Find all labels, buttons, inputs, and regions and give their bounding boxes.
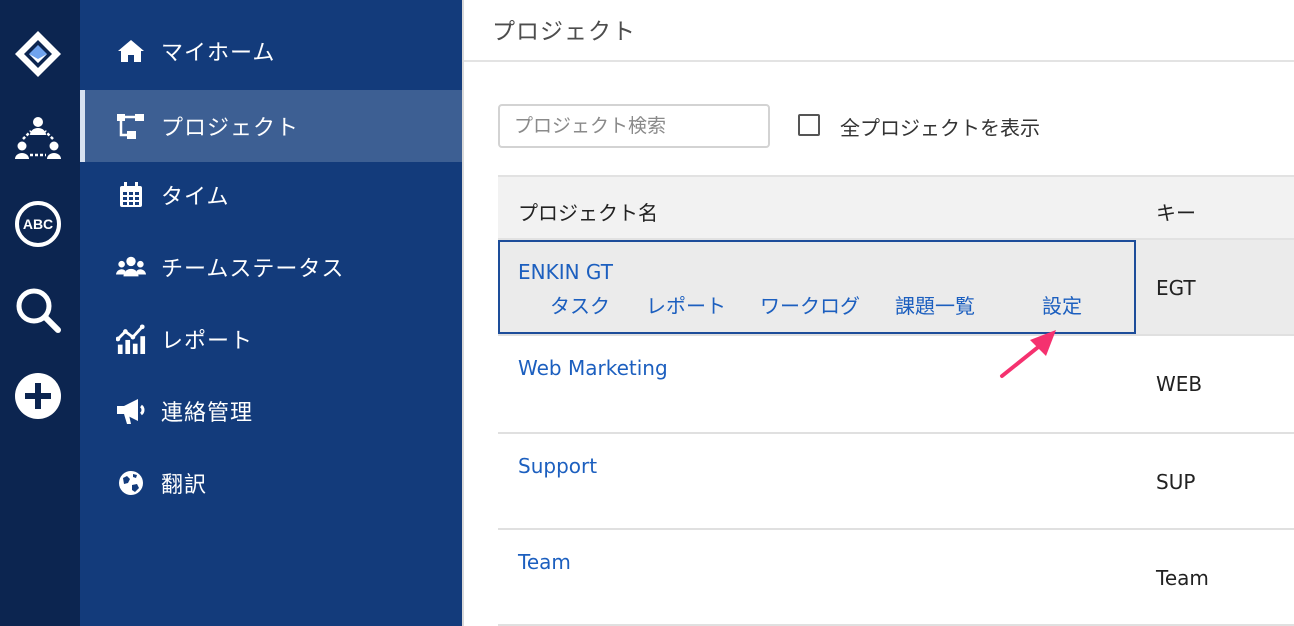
table-row[interactable]: Web Marketing WEB	[498, 338, 1294, 434]
sidebar-item-label: マイホーム	[161, 41, 276, 66]
sidebar-item-label: プロジェクト	[161, 116, 300, 141]
sidebar-item-label: 連絡管理	[161, 401, 254, 426]
table-row[interactable]: Support SUP	[498, 434, 1294, 530]
project-key: EGT	[1156, 276, 1196, 300]
team-network-icon[interactable]	[12, 112, 64, 164]
sidebar-item-reports[interactable]: レポート	[80, 303, 462, 375]
sidebar-item-contacts[interactable]: 連絡管理	[80, 375, 462, 447]
sidebar-item-translation[interactable]: 翻訳	[80, 447, 462, 519]
show-all-projects-label: 全プロジェクトを表示	[840, 116, 1040, 140]
settings-link[interactable]: 設定	[1042, 290, 1082, 319]
table-row[interactable]: Team Team	[498, 530, 1294, 626]
show-all-projects-checkbox[interactable]	[798, 114, 820, 136]
globe-icon	[116, 468, 146, 498]
sidebar-item-time[interactable]: タイム	[80, 159, 462, 231]
project-key: SUP	[1156, 470, 1196, 494]
icon-rail: ABC	[0, 0, 80, 626]
column-header-key[interactable]: キー	[1156, 197, 1196, 226]
sidebar-item-label: タイム	[161, 185, 230, 210]
annotation-arrow-icon	[1000, 330, 1056, 378]
main-content: プロジェクト 全プロジェクトを表示 プロジェクト名 キー ENKIN GT タス…	[462, 0, 1294, 626]
chart-icon	[116, 324, 146, 354]
abc-text: ABC	[23, 216, 53, 232]
page-title: プロジェクト	[492, 19, 636, 45]
issues-list-link[interactable]: 課題一覧	[895, 290, 975, 319]
sidebar-nav: マイホーム プロジェクト タイム チームステータス レポート 連絡管理 翻訳	[80, 0, 462, 626]
table-row[interactable]: ENKIN GT タスク レポート ワークログ 課題一覧 設定 EGT	[498, 240, 1294, 336]
sidebar-item-my-home[interactable]: マイホーム	[80, 15, 462, 87]
column-header-project-name[interactable]: プロジェクト名	[518, 197, 658, 226]
project-name-link[interactable]: Web Marketing	[518, 356, 668, 380]
worklog-link[interactable]: ワークログ	[760, 290, 860, 319]
calendar-icon	[116, 180, 146, 210]
home-icon	[116, 36, 146, 66]
add-circle-icon[interactable]	[12, 370, 64, 422]
project-tree-icon	[116, 111, 146, 141]
app-logo-icon[interactable]	[12, 28, 64, 80]
table-header: プロジェクト名 キー	[498, 175, 1294, 240]
sidebar-item-projects[interactable]: プロジェクト	[80, 90, 462, 162]
sidebar-item-team-status[interactable]: チームステータス	[80, 231, 462, 303]
users-icon	[116, 252, 146, 282]
project-name-link[interactable]: ENKIN GT	[518, 260, 613, 284]
project-key: Team	[1156, 566, 1209, 590]
sidebar-item-label: 翻訳	[161, 473, 208, 498]
title-divider	[464, 60, 1294, 62]
spellcheck-abc-icon[interactable]: ABC	[12, 198, 64, 250]
project-search-input[interactable]	[498, 104, 770, 148]
report-link[interactable]: レポート	[646, 290, 726, 319]
megaphone-icon	[116, 396, 146, 426]
project-name-link[interactable]: Team	[518, 550, 571, 574]
search-icon[interactable]	[12, 284, 64, 336]
project-key: WEB	[1156, 372, 1203, 396]
project-name-link[interactable]: Support	[518, 454, 597, 478]
tasks-link[interactable]: タスク	[550, 290, 610, 319]
sidebar-item-label: レポート	[161, 329, 254, 354]
sidebar-item-label: チームステータス	[161, 257, 345, 282]
